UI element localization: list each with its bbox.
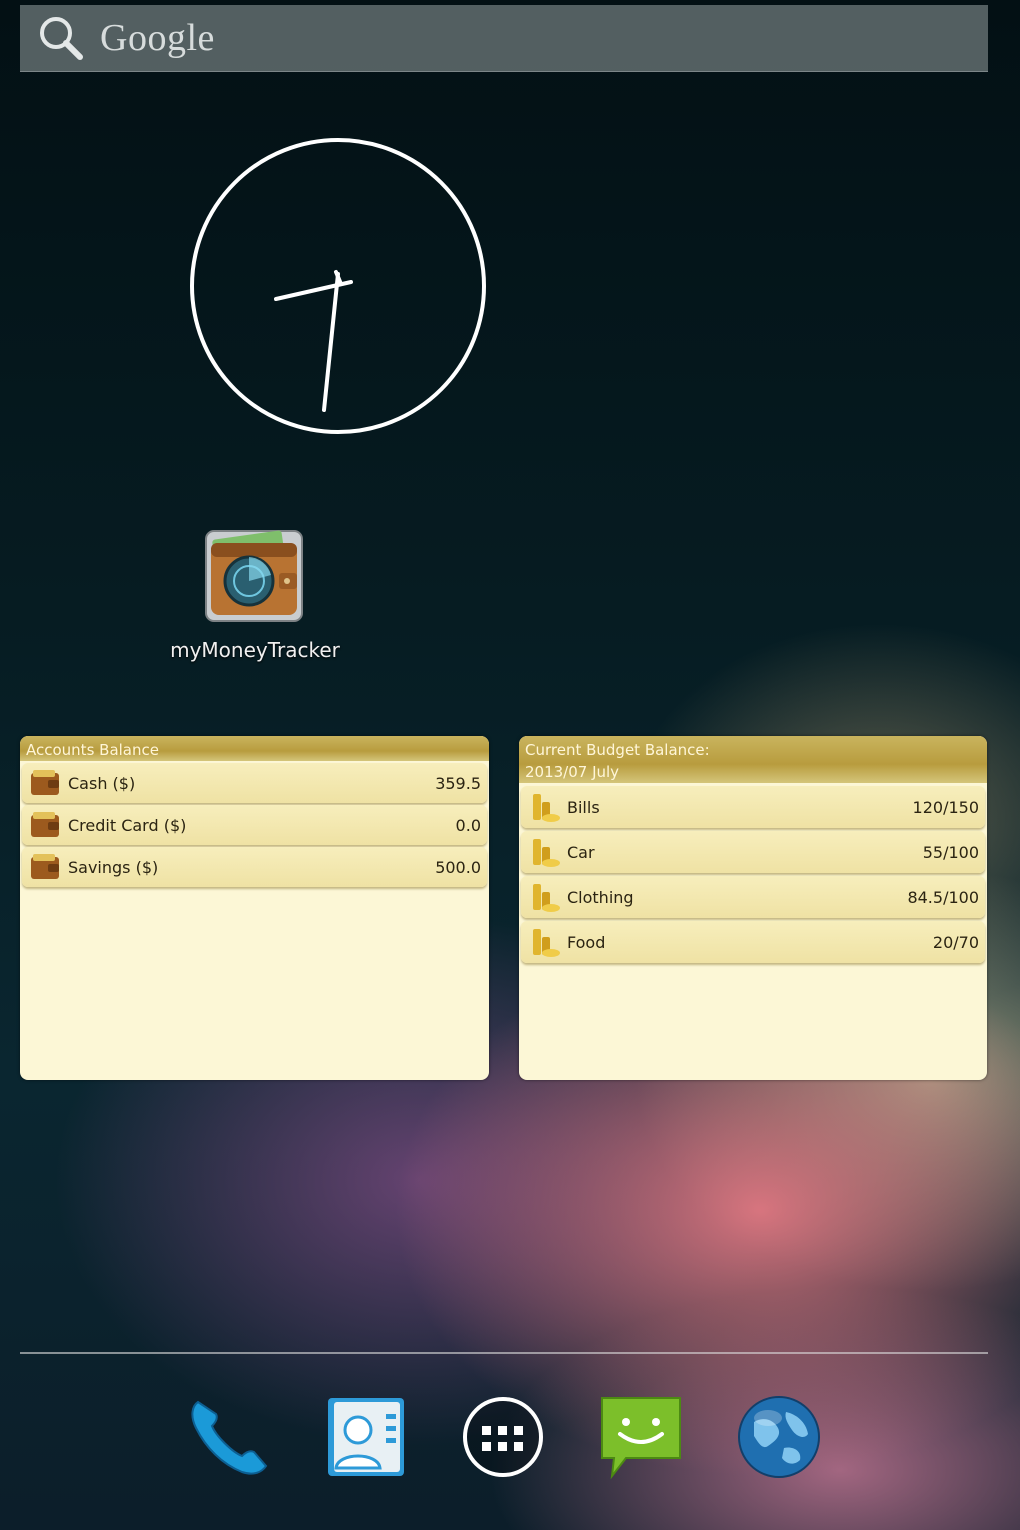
wallet-icon: [31, 770, 59, 795]
account-row-credit-card[interactable]: Credit Card ($) 0.0: [22, 805, 487, 845]
budget-value: 55/100: [922, 842, 979, 862]
analog-clock-widget[interactable]: [186, 134, 490, 438]
budget-row-car[interactable]: Car 55/100: [521, 831, 985, 873]
budget-label: Food: [567, 932, 606, 952]
wallet-icon: [31, 854, 59, 879]
widget-header: Current Budget Balance: 2013/07 July: [519, 736, 987, 783]
clock-minute-hand: [322, 272, 340, 412]
wallet-radar-icon[interactable]: [203, 525, 305, 627]
accounts-balance-widget[interactable]: Accounts Balance Cash ($) 359.5 Credit C…: [20, 736, 489, 1080]
account-label: Savings ($): [68, 857, 159, 877]
widget-title: Accounts Balance: [20, 736, 489, 761]
app-label: myMoneyTracker: [170, 638, 340, 662]
google-search-bar[interactable]: Google: [20, 5, 988, 72]
wallet-icon: [31, 812, 59, 837]
budget-value: 20/70: [932, 932, 979, 952]
budget-balance-widget[interactable]: Current Budget Balance: 2013/07 July Bil…: [519, 736, 987, 1080]
coins-icon: [533, 839, 560, 867]
account-value: 500.0: [435, 857, 481, 877]
account-row-cash[interactable]: Cash ($) 359.5: [22, 763, 487, 803]
dock-divider: [20, 1352, 988, 1354]
budget-value: 84.5/100: [907, 887, 979, 907]
widget-title: Current Budget Balance:: [525, 741, 710, 759]
budget-label: Car: [567, 842, 595, 862]
search-label: Google: [100, 17, 215, 59]
budget-row-bills[interactable]: Bills 120/150: [521, 786, 985, 828]
browser-globe-icon[interactable]: [734, 1392, 824, 1482]
budget-row-clothing[interactable]: Clothing 84.5/100: [521, 876, 985, 918]
messaging-icon[interactable]: [596, 1392, 686, 1482]
app-drawer-icon[interactable]: [458, 1392, 548, 1482]
budget-value: 120/150: [912, 797, 979, 817]
coins-icon: [533, 929, 560, 957]
budget-label: Bills: [567, 797, 600, 817]
coins-icon: [533, 794, 560, 822]
account-label: Cash ($): [68, 773, 136, 793]
coins-icon: [533, 884, 560, 912]
budget-label: Clothing: [567, 887, 634, 907]
search-icon: [40, 17, 83, 60]
contacts-icon[interactable]: [322, 1392, 412, 1482]
phone-icon[interactable]: [184, 1392, 274, 1482]
account-label: Credit Card ($): [68, 815, 187, 835]
account-row-savings[interactable]: Savings ($) 500.0: [22, 847, 487, 887]
budget-row-food[interactable]: Food 20/70: [521, 921, 985, 963]
account-value: 359.5: [435, 773, 481, 793]
budget-period: 2013/07 July: [525, 763, 620, 781]
account-value: 0.0: [455, 815, 481, 835]
